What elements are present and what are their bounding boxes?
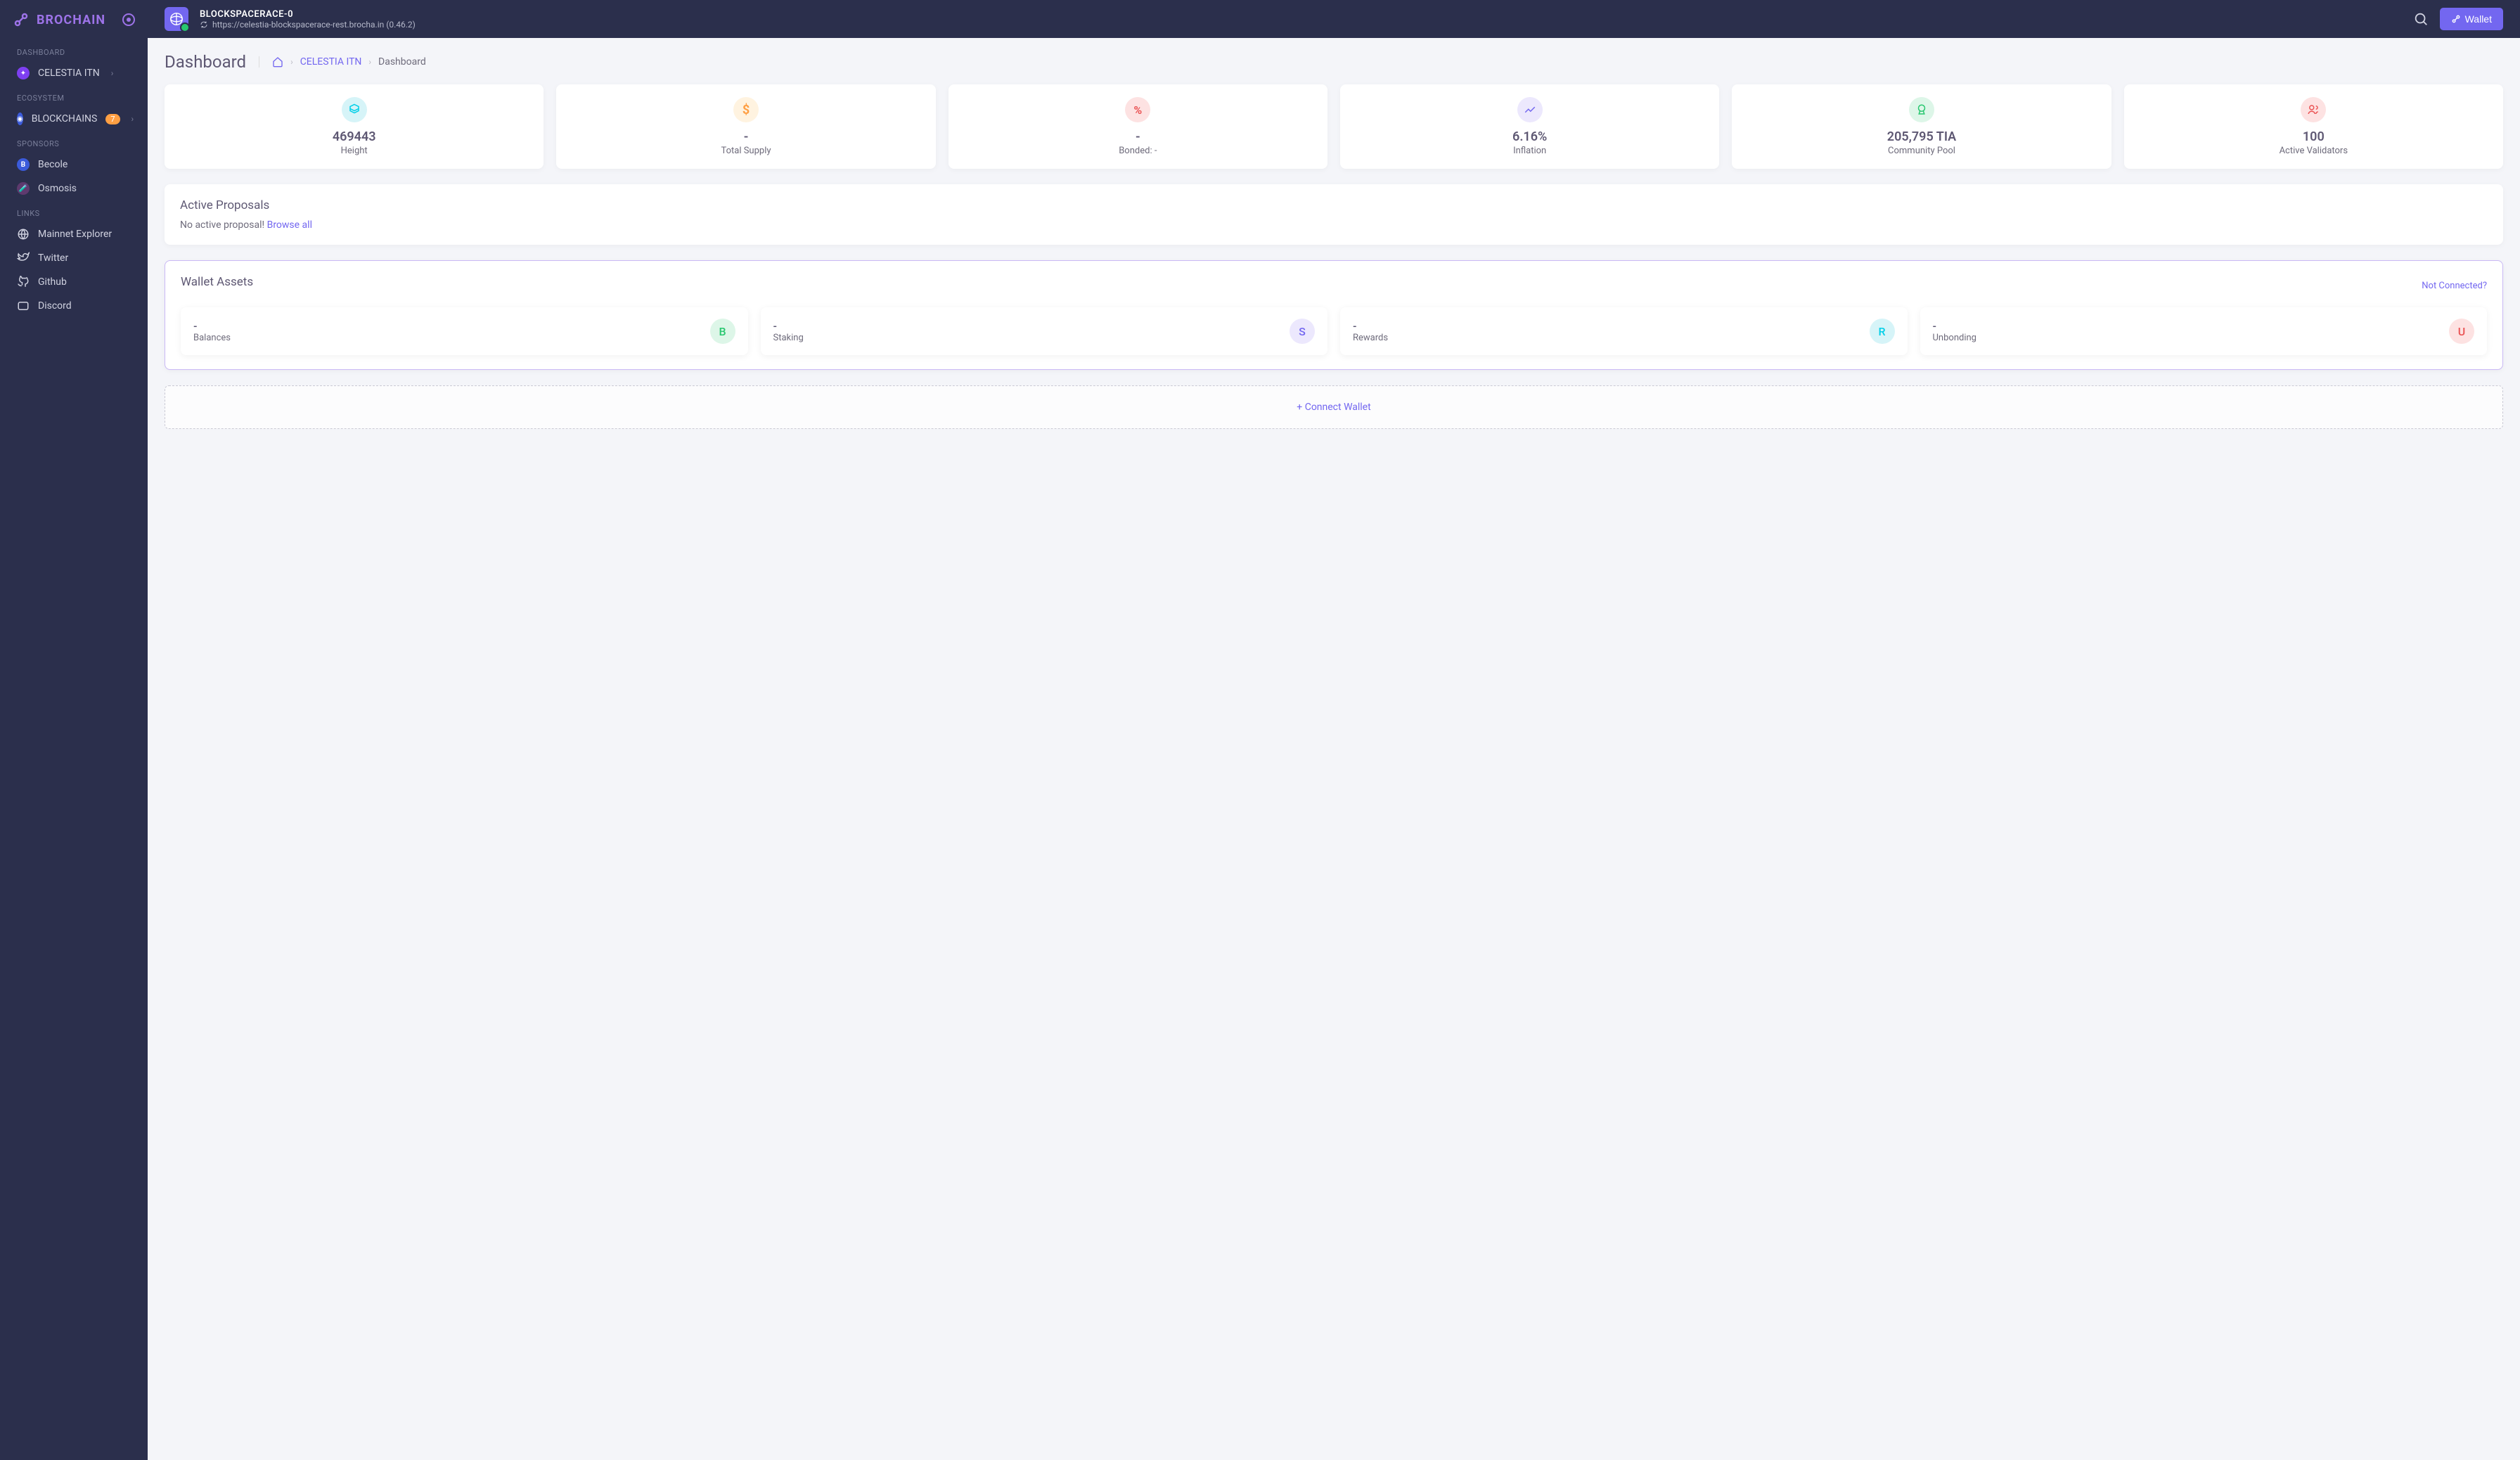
chevron-right-icon: › bbox=[111, 68, 114, 78]
wallet-label: Unbonding bbox=[1933, 333, 1976, 343]
topbar: BLOCKSPACERACE-0 https://celestia-blocks… bbox=[148, 0, 2520, 38]
card-title: Wallet Assets bbox=[181, 275, 253, 289]
stat-card-inflation[interactable]: 6.16% Inflation bbox=[1340, 84, 1719, 169]
sidebar-item-label: CELESTIA ITN bbox=[38, 68, 100, 79]
stat-label: Bonded: - bbox=[957, 146, 1319, 156]
breadcrumb: › CELESTIA ITN › Dashboard bbox=[259, 56, 426, 68]
nav-heading: ECOSYSTEM bbox=[0, 85, 148, 107]
page-header: Dashboard › CELESTIA ITN › Dashboard bbox=[165, 52, 2503, 72]
chain-logo[interactable] bbox=[165, 7, 188, 31]
wallet-icon bbox=[2451, 14, 2461, 24]
sidebar-item-osmosis[interactable]: 🧪Osmosis bbox=[0, 177, 148, 200]
stat-card-validators[interactable]: 100 Active Validators bbox=[2124, 84, 2503, 169]
wallet-value: - bbox=[1353, 320, 1388, 333]
sidebar-item-label: Becole bbox=[38, 159, 68, 170]
sidebar-item-blockchains[interactable]: ◉BLOCKCHAINS7› bbox=[0, 107, 148, 131]
sidebar-item-label: Github bbox=[38, 276, 67, 288]
validators-icon bbox=[2301, 97, 2326, 122]
stat-card-pool[interactable]: 205,795 TIA Community Pool bbox=[1732, 84, 2111, 169]
sidebar-item-mainnet-explorer[interactable]: Mainnet Explorer bbox=[0, 222, 148, 246]
sidebar-item-github[interactable]: Github bbox=[0, 270, 148, 294]
height-icon bbox=[342, 97, 367, 122]
chain-url[interactable]: https://celestia-blockspacerace-rest.bro… bbox=[200, 20, 416, 30]
brand-icon bbox=[13, 11, 30, 28]
sidebar: BROCHAIN DASHBOARD✦CELESTIA ITN›ECOSYSTE… bbox=[0, 0, 148, 1460]
not-connected-link[interactable]: Not Connected? bbox=[2422, 281, 2487, 291]
stat-label: Active Validators bbox=[2133, 146, 2495, 156]
chain-id: BLOCKSPACERACE-0 bbox=[200, 9, 416, 20]
badge: 7 bbox=[105, 114, 120, 124]
refresh-icon bbox=[200, 20, 208, 29]
nav-heading: SPONSORS bbox=[0, 131, 148, 153]
wallet-item-staking[interactable]: -Staking S bbox=[761, 307, 1328, 355]
plus-icon: + bbox=[1297, 402, 1304, 413]
avatar: B bbox=[710, 319, 735, 344]
card-title: Active Proposals bbox=[180, 198, 2488, 212]
stat-value: - bbox=[565, 129, 927, 144]
stat-card-supply[interactable]: $ - Total Supply bbox=[556, 84, 935, 169]
sidebar-item-discord[interactable]: Discord bbox=[0, 294, 148, 318]
connect-wallet-button[interactable]: + Connect Wallet bbox=[165, 385, 2503, 429]
stats-grid: 469443 Height $ - Total Supply% - Bonded: - 6.1… bbox=[165, 84, 2503, 169]
stat-value: 469443 bbox=[173, 129, 535, 144]
wallet-value: - bbox=[1933, 320, 1976, 333]
stat-card-bonded[interactable]: % - Bonded: - bbox=[949, 84, 1328, 169]
wallet-assets-card: Wallet Assets Not Connected? -BalancesB-… bbox=[165, 260, 2503, 370]
stat-value: - bbox=[957, 129, 1319, 144]
chevron-right-icon: › bbox=[131, 114, 134, 124]
wallet-item-unbonding[interactable]: -Unbonding U bbox=[1920, 307, 2488, 355]
chevron-right-icon: › bbox=[290, 57, 293, 67]
stat-card-height[interactable]: 469443 Height bbox=[165, 84, 544, 169]
brand-text: BROCHAIN bbox=[37, 13, 105, 27]
sidebar-item-twitter[interactable]: Twitter bbox=[0, 246, 148, 270]
wallet-item-balances[interactable]: -Balances B bbox=[181, 307, 748, 355]
stat-label: Total Supply bbox=[565, 146, 927, 156]
logo-row[interactable]: BROCHAIN bbox=[0, 0, 148, 39]
breadcrumb-link[interactable]: CELESTIA ITN bbox=[300, 56, 362, 68]
home-icon[interactable] bbox=[272, 56, 283, 68]
page-title: Dashboard bbox=[165, 52, 246, 72]
proposals-empty: No active proposal! Browse all bbox=[180, 219, 2488, 231]
active-proposals-card: Active Proposals No active proposal! Bro… bbox=[165, 184, 2503, 245]
supply-icon: $ bbox=[733, 97, 759, 122]
target-icon[interactable] bbox=[122, 13, 135, 26]
browse-all-link[interactable]: Browse all bbox=[267, 219, 312, 231]
wallet-value: - bbox=[193, 320, 231, 333]
search-icon[interactable] bbox=[2413, 11, 2429, 27]
sidebar-item-celestia-itn[interactable]: ✦CELESTIA ITN› bbox=[0, 61, 148, 85]
sidebar-item-label: Mainnet Explorer bbox=[38, 229, 112, 240]
sidebar-item-label: Discord bbox=[38, 300, 72, 312]
nav-heading: DASHBOARD bbox=[0, 39, 148, 61]
avatar: U bbox=[2449, 319, 2474, 344]
sidebar-item-becole[interactable]: BBecole bbox=[0, 153, 148, 177]
avatar: R bbox=[1870, 319, 1895, 344]
wallet-button[interactable]: Wallet bbox=[2440, 8, 2503, 30]
wallet-label: Rewards bbox=[1353, 333, 1388, 343]
avatar: S bbox=[1290, 319, 1315, 344]
wallet-label: Staking bbox=[773, 333, 804, 343]
pool-icon bbox=[1909, 97, 1934, 122]
stat-value: 100 bbox=[2133, 129, 2495, 144]
breadcrumb-current: Dashboard bbox=[378, 56, 426, 68]
nav-heading: LINKS bbox=[0, 200, 148, 222]
stat-label: Height bbox=[173, 146, 535, 156]
wallet-label: Balances bbox=[193, 333, 231, 343]
sidebar-item-label: Twitter bbox=[38, 252, 68, 264]
sidebar-item-label: BLOCKCHAINS bbox=[32, 113, 98, 124]
inflation-icon bbox=[1517, 97, 1543, 122]
stat-value: 205,795 TIA bbox=[1740, 129, 2102, 144]
wallet-value: - bbox=[773, 320, 804, 333]
stat-label: Inflation bbox=[1349, 146, 1711, 156]
wallet-item-rewards[interactable]: -Rewards R bbox=[1340, 307, 1908, 355]
chevron-right-icon: › bbox=[368, 57, 371, 67]
sidebar-item-label: Osmosis bbox=[38, 183, 77, 194]
bonded-icon: % bbox=[1125, 97, 1150, 122]
stat-value: 6.16% bbox=[1349, 129, 1711, 144]
stat-label: Community Pool bbox=[1740, 146, 2102, 156]
